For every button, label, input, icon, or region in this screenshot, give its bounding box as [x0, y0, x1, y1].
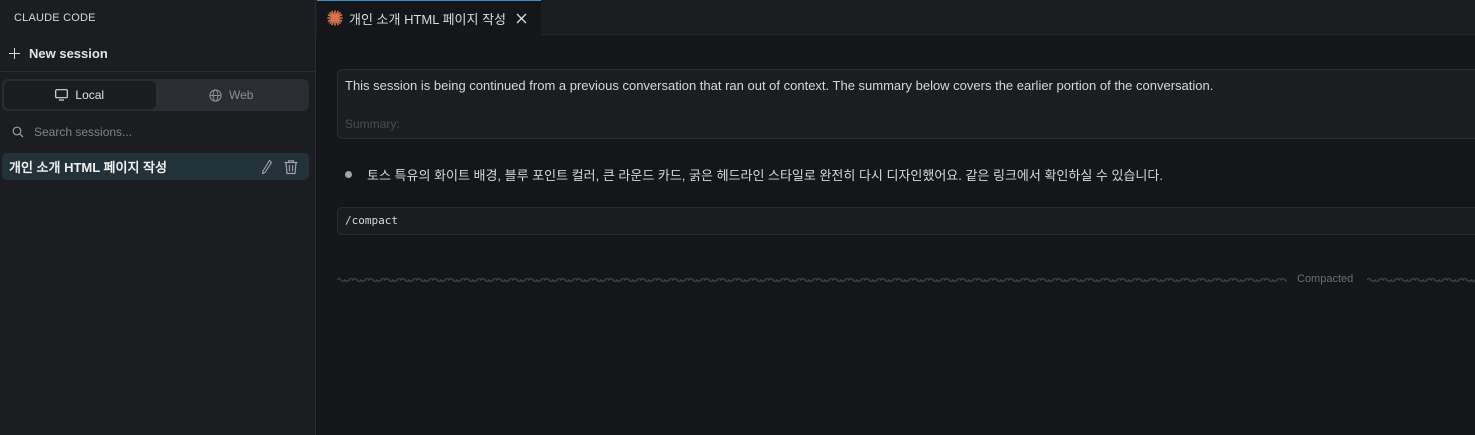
tab-session[interactable]: 개인 소개 HTML 페이지 작성 — [317, 0, 541, 35]
session-list-item[interactable]: 개인 소개 HTML 페이지 작성 — [2, 153, 309, 180]
toggle-local-label: Local — [75, 88, 105, 102]
new-session-label: New session — [29, 46, 108, 61]
compacted-divider: Compacted — [337, 272, 1475, 288]
summary-faded-text: Summary: — [345, 117, 400, 131]
toggle-web-label: Web — [229, 88, 254, 102]
toggle-web[interactable]: Web — [156, 81, 308, 109]
summary-card: This session is being continued from a p… — [337, 69, 1475, 139]
command-block: /compact — [337, 207, 1475, 235]
pencil-icon[interactable] — [261, 159, 273, 175]
claude-asterisk-icon — [327, 10, 343, 26]
summary-text: This session is being continued from a p… — [345, 78, 1214, 93]
tab-title: 개인 소개 HTML 페이지 작성 — [349, 11, 506, 27]
tab-bar: 개인 소개 HTML 페이지 작성 — [316, 0, 1475, 35]
toggle-local[interactable]: Local — [4, 81, 156, 109]
globe-icon — [209, 88, 222, 102]
main-panel: 개인 소개 HTML 페이지 작성 This session is being … — [316, 0, 1475, 435]
session-title: 개인 소개 HTML 페이지 작성 — [9, 160, 167, 175]
close-icon[interactable] — [516, 13, 527, 24]
assistant-message: 토스 특유의 화이트 배경, 블루 포인트 컬러, 큰 라운드 카드, 굵은 헤… — [345, 165, 1163, 184]
session-actions — [261, 159, 309, 175]
sidebar-header: CLAUDE CODE — [14, 12, 96, 24]
sidebar: CLAUDE CODE New session Local Web Search… — [0, 0, 316, 435]
wavy-line-left — [337, 277, 1287, 283]
monitor-icon — [55, 89, 69, 101]
new-session-button[interactable]: New session — [0, 36, 315, 72]
search-icon — [12, 126, 24, 138]
assistant-message-text: 토스 특유의 화이트 배경, 블루 포인트 컬러, 큰 라운드 카드, 굵은 헤… — [367, 168, 1163, 183]
session-search — [0, 120, 315, 144]
location-toggle: Local Web — [2, 79, 309, 111]
trash-icon[interactable] — [283, 159, 299, 175]
search-sessions-input[interactable] — [32, 124, 292, 140]
wavy-line-right — [1367, 277, 1475, 283]
plus-icon — [9, 48, 20, 59]
bullet-dot — [345, 171, 352, 178]
compacted-label: Compacted — [1297, 273, 1354, 285]
